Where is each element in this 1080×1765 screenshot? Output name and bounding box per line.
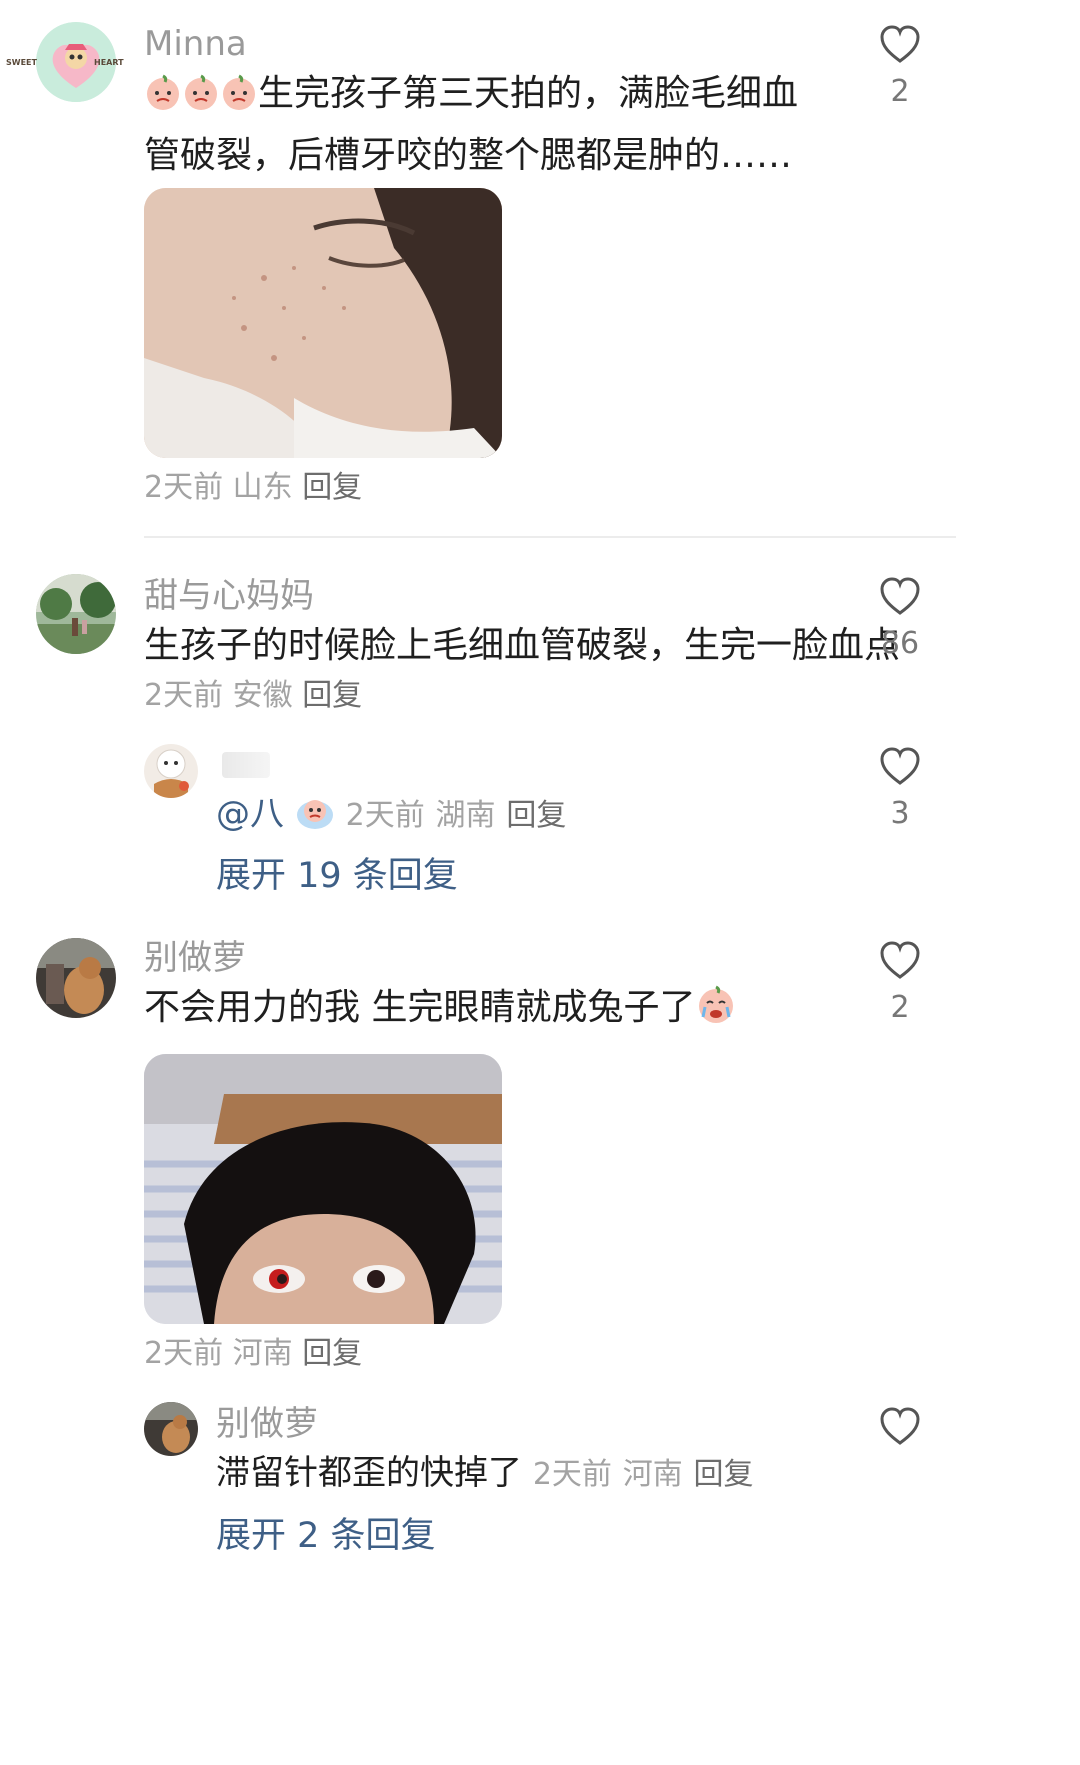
reply-button[interactable]: 回复 [694,1457,754,1492]
comment-location: 山东 [232,470,293,505]
crying-face-emoji [295,793,335,842]
expand-replies-button[interactable]: 展开 19 条回复 [216,856,458,896]
like-button[interactable]: 2 [855,940,945,1026]
comment-meta: 2天前 安徽 回复 [144,678,362,714]
comment-location: 河南 [232,1336,293,1371]
reply-button[interactable]: 回复 [506,798,566,833]
heart-outline-icon [880,1407,920,1445]
reply-time: 2天前 [345,798,425,833]
like-button[interactable]: 3 [855,746,945,832]
comment-username[interactable]: 别做萝 [144,938,246,978]
reply-mention[interactable]: @八 [216,794,284,834]
expand-replies-button[interactable]: 展开 2 条回复 [216,1516,436,1556]
reply-avatar[interactable] [144,744,198,798]
reply-location: 湖南 [435,798,496,833]
reply-avatar[interactable] [144,1402,198,1456]
reply-location: 河南 [622,1457,683,1492]
reply-text-line: @八 2天前 湖南 回复 [216,792,566,842]
reply-button[interactable]: 回复 [302,678,362,713]
comment-text: 生完孩子第三天拍的，满脸毛细血管破裂，后槽牙咬的整个腮都是肿的…… [144,66,824,184]
like-button[interactable]: 86 [855,576,945,662]
comment-text: 生孩子的时候脸上毛细血管破裂，生完一脸血点 [144,625,901,666]
like-count: 2 [890,990,910,1025]
heart-outline-icon [880,941,920,979]
comment-time: 2天前 [144,470,224,505]
crying-face-emoji [695,983,737,1042]
comment-divider [144,536,956,538]
crying-face-emoji [144,72,182,128]
crying-face-emoji [220,72,258,128]
comment-time: 2天前 [144,678,224,713]
avatar-badge-left: SWEET [6,58,37,67]
avatar-user[interactable] [36,574,116,654]
like-button[interactable] [855,1406,945,1446]
comment-username[interactable]: 甜与心妈妈 [144,576,314,616]
reply-button[interactable]: 回复 [302,1336,362,1371]
reply-time: 2天前 [532,1457,612,1492]
like-count: 86 [880,626,920,661]
reply-button[interactable]: 回复 [302,470,362,505]
reply-text: 滞留针都歪的快掉了 [216,1453,522,1493]
like-count: 2 [890,74,910,109]
comment-username[interactable]: Minna [144,24,247,64]
comment-text: 不会用力的我 生完眼睛就成兔子了 [144,980,834,1042]
comment-meta: 2天前 河南 回复 [144,1336,362,1372]
heart-outline-icon [880,25,920,63]
avatar-badge-right: HEART [94,58,124,67]
heart-outline-icon [880,747,920,785]
comment-text-body: 不会用力的我 生完眼睛就成兔子了 [144,987,696,1028]
heart-outline-icon [880,577,920,615]
crying-face-emoji [182,72,220,128]
like-button[interactable]: 2 [855,24,945,110]
comment-photo[interactable] [144,1054,502,1324]
reply-username[interactable]: 别做萝 [216,1404,318,1444]
avatar-user[interactable] [36,938,116,1018]
reply-username-redacted [222,752,270,778]
comment-photo[interactable] [144,188,502,458]
comment-location: 安徽 [232,678,293,713]
like-count: 3 [890,796,910,831]
comment-time: 2天前 [144,1336,224,1371]
comment-meta: 2天前 山东 回复 [144,470,362,506]
reply-text-line: 滞留针都歪的快掉了 2天前 河南 回复 [216,1450,754,1496]
